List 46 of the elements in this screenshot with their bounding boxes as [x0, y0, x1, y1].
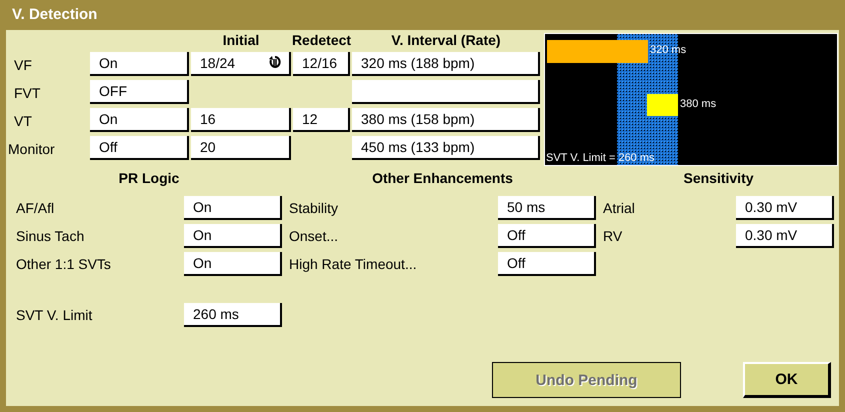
setting-field[interactable]: On: [184, 196, 282, 220]
setting-label: Sinus Tach: [16, 228, 86, 244]
interval-field[interactable]: 450 ms (133 bpm): [352, 136, 540, 160]
status-field[interactable]: OFF: [90, 80, 189, 104]
redetect-field[interactable]: 12/16: [293, 52, 350, 76]
section-heading: Sensitivity: [682, 170, 755, 188]
setting-label: High Rate Timeout...: [289, 256, 418, 272]
setting-field[interactable]: On: [184, 252, 282, 276]
setting-label: Onset...: [289, 228, 340, 244]
redetect-field[interactable]: 12: [293, 108, 350, 132]
setting-label: SVT V. Limit: [16, 307, 94, 323]
setting-field[interactable]: Off: [498, 224, 596, 248]
zone-label: VF: [13, 56, 33, 72]
setting-label: Stability: [289, 200, 340, 216]
section-heading: Other Enhancements: [371, 170, 514, 188]
setting-label: AF/Afl: [16, 200, 56, 216]
setting-field[interactable]: 50 ms: [498, 196, 596, 220]
zone-label: FVT: [13, 84, 42, 100]
status-field[interactable]: Off: [90, 136, 189, 160]
ok-button[interactable]: OK: [743, 362, 831, 398]
setting-field[interactable]: Off: [498, 252, 596, 276]
setting-field[interactable]: On: [184, 224, 282, 248]
initial-field[interactable]: 18/24: [191, 52, 291, 76]
status-field[interactable]: On: [90, 52, 189, 76]
status-field[interactable]: On: [90, 108, 189, 132]
zone-label: VT: [13, 112, 33, 128]
column-header: V. Interval (Rate): [391, 32, 501, 48]
setting-field[interactable]: 0.30 mV: [736, 196, 834, 220]
interval-field[interactable]: 320 ms (188 bpm): [352, 52, 540, 76]
column-header: Initial: [222, 32, 260, 48]
window-title: V. Detection: [11, 5, 98, 25]
initial-field[interactable]: 16: [191, 108, 291, 132]
setting-field[interactable]: 260 ms: [184, 303, 282, 327]
setting-label: Other 1:1 SVTs: [16, 256, 112, 272]
setting-label: Atrial: [603, 200, 636, 216]
rotate-icon: [269, 54, 281, 68]
bar-label: 380 ms: [680, 98, 716, 110]
zone-label: Monitor: [8, 140, 56, 156]
interval-field[interactable]: [352, 80, 540, 104]
initial-field[interactable]: 20: [191, 136, 291, 160]
setting-label: RV: [603, 228, 624, 244]
setting-field[interactable]: 0.30 mV: [736, 224, 834, 248]
interval-field[interactable]: 380 ms (158 bpm): [352, 108, 540, 132]
column-header: Redetect: [292, 32, 352, 48]
section-heading: PR Logic: [118, 170, 180, 188]
limit-label: SVT V. Limit = 260 ms: [546, 152, 655, 164]
